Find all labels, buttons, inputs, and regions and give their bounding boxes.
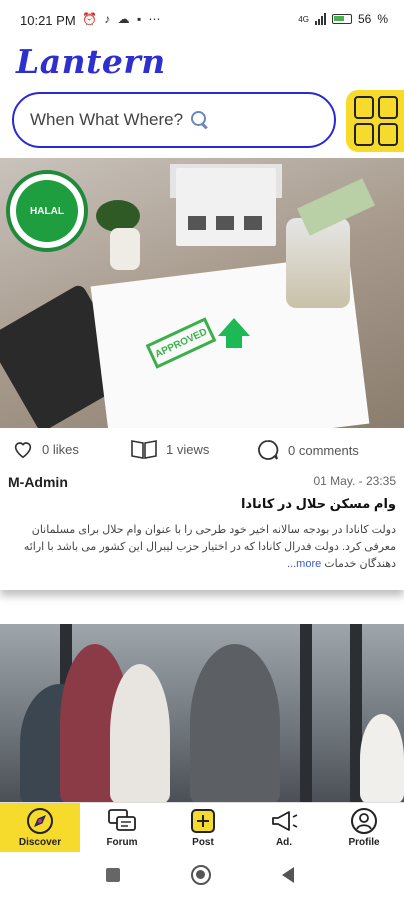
notification-icons: ⏰ ♪ ☁ ▪ ⋯: [82, 12, 163, 26]
search-input[interactable]: When What Where?: [12, 92, 336, 148]
profile-icon: [349, 807, 379, 835]
nav-forum-label: Forum: [106, 837, 138, 848]
nav-post-label: Post: [192, 837, 214, 848]
status-time: 10:21 PM: [20, 13, 76, 28]
nav-ad-label: Ad.: [275, 837, 293, 848]
nav-post[interactable]: Post: [163, 803, 243, 853]
plant-pot: [110, 228, 140, 270]
post-actions: 0 likes 1 views 0 comments: [0, 434, 404, 466]
post-image[interactable]: APPROVED HALAL: [0, 158, 404, 428]
person-figure: [360, 714, 404, 804]
search-placeholder: When What Where?: [30, 110, 184, 129]
grid-icon: [378, 96, 398, 119]
comments-count: 0 comments: [288, 442, 359, 458]
grid-icon: [378, 123, 398, 146]
app-logo: Lantern: [16, 42, 166, 81]
person-figure: [190, 644, 280, 804]
nav-ad[interactable]: Ad.: [244, 803, 324, 853]
post-image-office[interactable]: [0, 624, 404, 804]
status-right: 4G 56%: [298, 12, 388, 26]
more-link[interactable]: more...: [287, 558, 321, 570]
post-card[interactable]: APPROVED HALAL 0 likes 1 views 0 comment…: [0, 158, 404, 590]
back-button[interactable]: [282, 867, 294, 883]
bottom-nav: Discover Forum Post Ad. Profile: [0, 802, 404, 853]
recent-apps-button[interactable]: [106, 868, 120, 882]
halal-badge-icon: HALAL: [6, 170, 88, 252]
post-icon: [188, 807, 218, 835]
grid-menu-button[interactable]: [346, 90, 404, 152]
grid-icon: [354, 123, 374, 146]
system-nav-bar: [0, 852, 404, 900]
likes-count: 0 likes: [42, 441, 79, 457]
battery-level: 56: [357, 12, 372, 26]
forum-icon: [107, 807, 137, 835]
views-indicator: 1 views: [130, 438, 209, 460]
network-label: 4G: [298, 14, 309, 24]
house-window: [188, 216, 206, 230]
post-author[interactable]: M-Admin: [8, 474, 68, 490]
house-window: [216, 216, 234, 230]
heart-icon: [14, 442, 32, 459]
house-window: [244, 216, 262, 230]
post-date: 01 May. - 23:35: [313, 474, 397, 488]
discover-icon: [25, 807, 55, 835]
like-button[interactable]: 0 likes: [12, 438, 79, 460]
post-body: دولت کانادا در بودجه سالانه اخیر خود طرح…: [8, 522, 396, 573]
nav-discover-label: Discover: [18, 837, 62, 848]
post-title[interactable]: وام مسکن حلال در کانادا: [8, 496, 396, 512]
search-icon: [191, 111, 209, 129]
halal-badge-text: HALAL: [16, 180, 78, 242]
nav-profile-label: Profile: [348, 837, 380, 848]
window-frame: [300, 624, 312, 804]
post-body-text: دولت کانادا در بودجه سالانه اخیر خود طرح…: [23, 524, 396, 570]
views-count: 1 views: [166, 441, 210, 457]
signal-icon: [314, 13, 326, 25]
nav-discover[interactable]: Discover: [0, 803, 80, 853]
megaphone-icon: [269, 807, 299, 835]
comment-button[interactable]: 0 comments: [256, 438, 359, 462]
grid-icon: [354, 96, 374, 119]
status-bar: 10:21 PM ⏰ ♪ ☁ ▪ ⋯ 4G 56%: [0, 0, 404, 40]
battery-icon: [331, 14, 352, 24]
home-button[interactable]: [191, 865, 211, 885]
nav-forum[interactable]: Forum: [82, 803, 162, 853]
arrow-stem: [226, 334, 242, 348]
comment-icon: [258, 440, 279, 460]
book-icon: [131, 440, 157, 459]
person-figure: [110, 664, 170, 804]
house-model-image: [176, 168, 276, 246]
battery-percent-sign: %: [377, 12, 388, 26]
nav-profile[interactable]: Profile: [324, 803, 404, 853]
